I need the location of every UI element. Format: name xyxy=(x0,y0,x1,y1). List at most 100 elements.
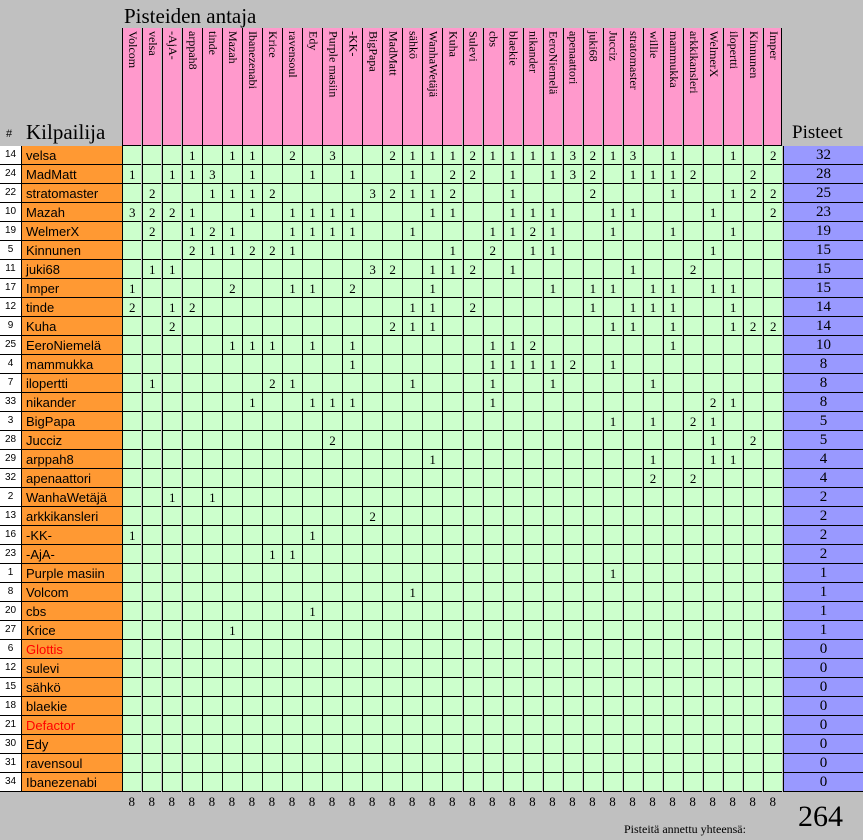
score-cell xyxy=(522,564,543,583)
score-cell xyxy=(542,659,563,678)
score-cell xyxy=(602,640,623,659)
score-cell xyxy=(262,393,282,412)
score-cell xyxy=(462,640,482,659)
score-cell xyxy=(142,165,162,184)
score-cell xyxy=(602,260,623,279)
score-cell xyxy=(522,412,543,431)
giver-name: arkkikansleri xyxy=(686,31,701,94)
score-cell xyxy=(162,773,182,792)
score-cell xyxy=(262,735,282,754)
score-cell xyxy=(742,640,763,659)
score-cell xyxy=(582,678,603,697)
score-cell xyxy=(302,507,322,526)
competitor-name: -KK- xyxy=(22,526,122,545)
score-cell xyxy=(482,659,502,678)
competitor-total: 2 xyxy=(783,526,863,545)
score-cell xyxy=(582,583,603,602)
score-cell xyxy=(602,298,623,317)
score-cell: 2 xyxy=(762,146,783,165)
score-cell xyxy=(322,412,342,431)
score-cell xyxy=(282,697,302,716)
score-cell xyxy=(382,545,402,564)
score-cell xyxy=(382,659,402,678)
score-cell xyxy=(182,488,202,507)
score-cell: 1 xyxy=(282,241,302,260)
score-cell xyxy=(422,393,442,412)
score-cell xyxy=(622,241,643,260)
giver-column-header: arppah8 xyxy=(182,28,202,146)
score-cell: 1 xyxy=(242,393,262,412)
score-cell xyxy=(262,754,282,773)
score-cell xyxy=(302,697,322,716)
score-cell xyxy=(222,260,242,279)
score-cell xyxy=(322,754,342,773)
score-cell xyxy=(122,735,142,754)
score-cell: 1 xyxy=(162,260,182,279)
score-cell: 1 xyxy=(182,222,202,241)
score-cell xyxy=(442,659,462,678)
score-cell xyxy=(542,735,563,754)
score-cell xyxy=(642,678,663,697)
score-cell: 2 xyxy=(182,298,202,317)
score-cell xyxy=(662,754,683,773)
score-cell: 1 xyxy=(722,279,743,298)
score-cell: 1 xyxy=(502,260,522,279)
score-cell xyxy=(322,469,342,488)
score-cell xyxy=(542,393,563,412)
score-cell xyxy=(562,602,583,621)
score-cell xyxy=(622,279,643,298)
score-cell: 1 xyxy=(242,165,262,184)
score-cell xyxy=(302,184,322,203)
score-cell xyxy=(682,317,703,336)
score-cell: 1 xyxy=(402,222,422,241)
score-cell: 2 xyxy=(142,222,162,241)
score-cell xyxy=(562,659,583,678)
score-cell xyxy=(442,773,462,792)
score-cell xyxy=(502,374,522,393)
competitor-number: 6 xyxy=(0,640,22,659)
score-cell xyxy=(702,678,723,697)
score-cell xyxy=(342,412,362,431)
score-cell xyxy=(482,564,502,583)
score-cell xyxy=(402,526,422,545)
score-cell: 2 xyxy=(142,203,162,222)
score-cell: 1 xyxy=(202,184,222,203)
giver-column-header: Imper xyxy=(762,28,783,146)
score-cell xyxy=(502,488,522,507)
score-cell xyxy=(562,621,583,640)
score-cell xyxy=(442,526,462,545)
competitor-number: 28 xyxy=(0,431,22,450)
score-cell xyxy=(322,526,342,545)
score-cell xyxy=(162,602,182,621)
score-cell xyxy=(682,678,703,697)
score-cell xyxy=(722,374,743,393)
score-cell: 1 xyxy=(482,374,502,393)
score-cell xyxy=(142,488,162,507)
score-cell xyxy=(222,488,242,507)
score-cell xyxy=(662,241,683,260)
competitor-number: 10 xyxy=(0,203,22,222)
score-cell xyxy=(582,773,603,792)
giver-column-header: Kinnunen xyxy=(742,28,763,146)
giver-name: tinde xyxy=(206,31,221,55)
score-cell xyxy=(282,678,302,697)
score-cell: 1 xyxy=(262,545,282,564)
score-cell xyxy=(482,450,502,469)
score-cell xyxy=(342,773,362,792)
score-cell: 1 xyxy=(602,317,623,336)
score-cell xyxy=(702,355,723,374)
score-cell xyxy=(682,621,703,640)
giver-column-header: ravensoul xyxy=(282,28,302,146)
score-cell xyxy=(162,355,182,374)
score-cell xyxy=(742,412,763,431)
score-cell: 1 xyxy=(502,165,522,184)
score-cell xyxy=(522,165,543,184)
giver-column-header: blaekie xyxy=(502,28,522,146)
score-cell xyxy=(522,697,543,716)
score-cell xyxy=(482,697,502,716)
score-cell xyxy=(202,583,222,602)
score-cell xyxy=(382,564,402,583)
score-cell: 1 xyxy=(722,298,743,317)
score-cell xyxy=(762,602,783,621)
score-cell xyxy=(642,526,663,545)
